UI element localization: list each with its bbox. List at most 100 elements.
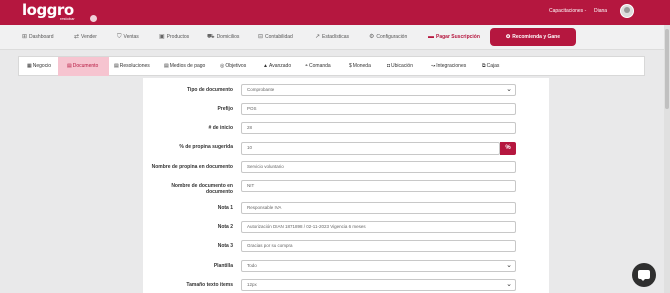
- help-icon[interactable]: [90, 15, 97, 22]
- truck-icon: ⛟: [207, 34, 215, 40]
- tab-resoluciones[interactable]: ▤Resoluciones: [114, 57, 150, 76]
- tab-integraciones[interactable]: ↝Integraciones: [431, 57, 466, 76]
- nav-estadisticas[interactable]: ↗ Estadísticas: [315, 34, 349, 41]
- tab-label: Negocio: [32, 63, 52, 69]
- nav-configuracion[interactable]: ⚙ Configuración: [369, 34, 407, 41]
- tab-cajas[interactable]: ⧉Cajas: [482, 57, 499, 76]
- tab-moneda[interactable]: $Moneda: [349, 57, 371, 76]
- nota1-label: Nota 1: [217, 205, 233, 211]
- nota3-label: Nota 3: [217, 243, 233, 249]
- nombre-documento-label: Nombre de documento en documento: [143, 183, 233, 195]
- nav-dashboard[interactable]: ⊞ Dashboard: [22, 34, 54, 41]
- nav-label: Domicilios: [216, 34, 240, 40]
- exchange-icon: ⇄: [74, 34, 80, 40]
- nav-label: Dashboard: [29, 34, 54, 40]
- integration-icon: ↝: [431, 63, 436, 69]
- tab-label: Moneda: [352, 63, 371, 69]
- tipo-documento-select[interactable]: Comprobante ⌄: [241, 84, 516, 96]
- nav-label: Contabilidad: [265, 34, 293, 40]
- avatar[interactable]: [620, 4, 634, 18]
- tamano-select[interactable]: 12px ⌄: [241, 279, 516, 291]
- inicio-input[interactable]: 28: [241, 122, 516, 134]
- store-icon: ▦: [27, 63, 32, 69]
- nav-vender[interactable]: ⇄ Vender: [74, 34, 97, 41]
- cash-register-icon: ⧉: [482, 63, 486, 69]
- propina-label: % de propina sugerida: [179, 144, 233, 150]
- company-name[interactable]: Capacitaciones -: [549, 8, 586, 14]
- tab-objetivos[interactable]: ◎Objetivos: [220, 57, 246, 76]
- chevron-down-icon: ⌄: [506, 262, 512, 269]
- calculator-icon: ⊟: [258, 34, 264, 40]
- tab-comanda[interactable]: ◓Comanda: [305, 57, 331, 76]
- document-icon: ▤: [114, 63, 119, 69]
- tamano-label: Tamaño texto items: [186, 282, 233, 288]
- nombre-propina-label: Nombre de propina en documento: [151, 164, 233, 170]
- tab-label: Avanzado: [268, 63, 292, 69]
- tab-avanzado[interactable]: ▲Avanzado: [263, 57, 291, 76]
- tab-documento[interactable]: ▤Documento: [58, 57, 109, 76]
- recommend-label: Recomienda y Gane: [512, 34, 560, 40]
- nav-label: Pagar Suscripción: [436, 34, 480, 40]
- settings-tabs: ▦Negocio ▤Documento ▤Resoluciones ▤Medio…: [18, 56, 645, 76]
- nav-contabilidad[interactable]: ⊟ Contabilidad: [258, 34, 293, 41]
- plantilla-label: Plantilla: [213, 263, 233, 269]
- nav-label: Estadísticas: [322, 34, 349, 40]
- percent-addon: %: [500, 142, 516, 155]
- prefijo-label: Prefijo: [217, 106, 233, 112]
- credit-card-icon: ▬: [428, 34, 434, 40]
- tamano-value: 12px: [247, 282, 257, 287]
- nav-domicilios[interactable]: ⛟ Domicilios: [207, 34, 239, 41]
- chevron-down-icon: ⌄: [506, 281, 512, 288]
- brand-tagline: restobar: [60, 16, 75, 21]
- propina-input[interactable]: 10: [241, 142, 500, 155]
- label-line: documento: [206, 189, 233, 195]
- tab-ubicacion[interactable]: ◘Ubicación: [387, 57, 413, 76]
- nav-label: Productos: [166, 34, 190, 40]
- star-icon: ✪: [506, 34, 511, 40]
- tab-medios-de-pago[interactable]: ▤Medios de pago: [164, 57, 205, 76]
- tab-label: Cajas: [486, 63, 500, 69]
- dollar-icon: $: [349, 63, 352, 69]
- tipo-documento-value: Comprobante: [247, 87, 275, 92]
- tab-label: Ubicación: [391, 63, 413, 69]
- nav-ventas[interactable]: ⛉ Ventas: [117, 34, 139, 41]
- page-scrollbar[interactable]: [664, 25, 670, 293]
- tab-label: Objetivos: [225, 63, 247, 69]
- tab-negocio[interactable]: ▦Negocio: [19, 57, 58, 76]
- nav-label: Vender: [81, 34, 97, 40]
- tab-label: Integraciones: [436, 63, 467, 69]
- nav-pagar-suscripcion[interactable]: ▬ Pagar Suscripción: [428, 34, 480, 41]
- box-icon: ▣: [159, 34, 165, 40]
- recommend-button[interactable]: ✪ Recomienda y Gane: [490, 28, 576, 46]
- payment-icon: ▤: [164, 63, 169, 69]
- rocket-icon: ▲: [263, 63, 268, 69]
- tipo-documento-label: Tipo de documento: [186, 87, 233, 93]
- chat-button[interactable]: [632, 263, 656, 287]
- nota3-input[interactable]: Gracias por su compra: [241, 240, 516, 252]
- nombre-documento-input[interactable]: NIT: [241, 180, 516, 192]
- tab-label: Medios de pago: [169, 63, 206, 69]
- prefijo-input[interactable]: POS: [241, 103, 516, 115]
- nav-label: Configuración: [376, 34, 408, 40]
- nav-label: Ventas: [123, 34, 139, 40]
- tab-label: Comanda: [309, 63, 331, 69]
- tab-label: Resoluciones: [119, 63, 150, 69]
- chart-line-icon: ↗: [315, 34, 321, 40]
- plantilla-value: Todo: [247, 263, 257, 268]
- user-name[interactable]: Diana: [594, 8, 607, 14]
- tag-icon: ⛉: [117, 34, 122, 40]
- bell-icon: ◓: [305, 63, 309, 69]
- nota2-label: Nota 2: [217, 224, 233, 230]
- nota2-input[interactable]: Autorización DIAN 1871898 / 02-11-2023 V…: [241, 221, 516, 233]
- inicio-label: # de inicio: [208, 125, 233, 131]
- top-bar: loggro restobar Capacitaciones - Diana: [0, 0, 670, 25]
- nota1-input[interactable]: Responsable IVA: [241, 202, 516, 214]
- tab-label: Documento: [72, 63, 99, 69]
- nombre-propina-input[interactable]: Servicio voluntario: [241, 161, 516, 173]
- plantilla-select[interactable]: Todo ⌄: [241, 260, 516, 272]
- document-icon: ▤: [67, 63, 72, 69]
- dashboard-icon: ⊞: [22, 34, 28, 40]
- target-icon: ◎: [220, 63, 225, 69]
- nav-productos[interactable]: ▣ Productos: [159, 34, 189, 41]
- chevron-down-icon: ⌄: [506, 86, 512, 93]
